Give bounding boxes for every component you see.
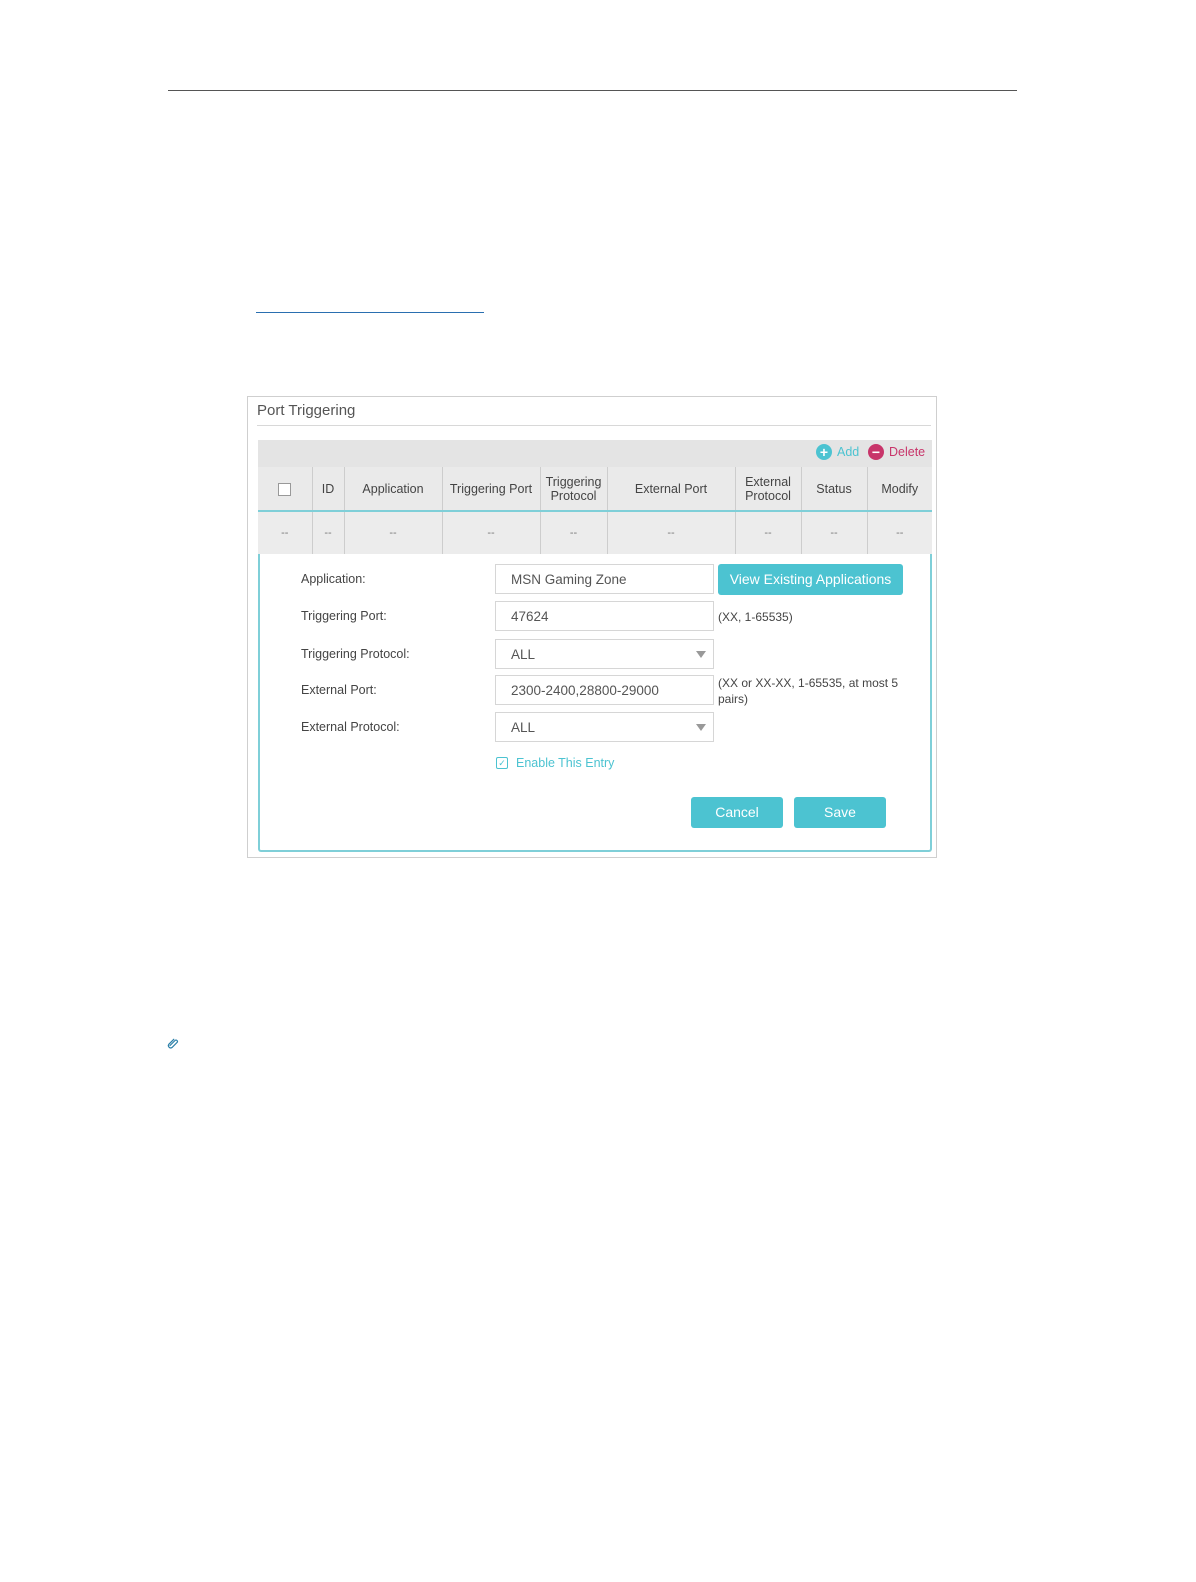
paperclip-icon [167, 1038, 178, 1049]
external-port-hint: (XX or XX-XX, 1-65535, at most 5 pairs) [718, 676, 899, 706]
delete-label: Delete [889, 445, 926, 459]
table-cell: -- [540, 510, 608, 554]
column-header: Modify [881, 481, 919, 496]
table-cell: -- [442, 510, 541, 554]
table-cell: -- [258, 510, 313, 554]
triggering-protocol-label: Triggering Protocol: [301, 647, 410, 661]
enable-entry-checkbox[interactable]: ✓ Enable This Entry [496, 756, 614, 770]
external-protocol-select[interactable]: ALL [495, 712, 714, 742]
select-all-column [258, 467, 313, 511]
panel-title-divider [257, 425, 931, 426]
delete-button[interactable]: − Delete [868, 444, 925, 460]
add-button[interactable]: + Add [816, 444, 859, 460]
plus-circle-icon: + [816, 444, 832, 460]
view-existing-applications-button[interactable]: View Existing Applications [718, 564, 903, 595]
application-label: Application: [301, 572, 366, 586]
triggering-protocol-value: ALL [511, 647, 536, 662]
table-cell: -- [867, 510, 932, 554]
panel-title: Port Triggering [257, 402, 356, 419]
column-header: External Port [607, 467, 736, 511]
application-input[interactable]: MSN Gaming Zone [495, 564, 714, 594]
enable-entry-label: Enable This Entry [516, 756, 615, 770]
external-port-label: External Port: [301, 683, 377, 697]
column-header: Triggering Protocol [540, 467, 608, 511]
external-port-input[interactable]: 2300-2400,28800-29000 [495, 675, 714, 705]
triggering-port-input[interactable]: 47624 [495, 601, 714, 631]
port-triggering-panel: Port Triggering + Add − Delete ID Applic… [247, 396, 937, 858]
edit-entry-form: Application: MSN Gaming Zone View Existi… [258, 554, 932, 852]
page-header-rule [168, 90, 1017, 91]
dropdown-arrow-icon [696, 651, 706, 658]
column-header: Application [344, 467, 443, 511]
table-cell: -- [735, 510, 802, 554]
table-row: -- -- -- -- -- -- -- -- -- [258, 510, 932, 554]
link-underline [256, 312, 484, 313]
triggering-port-label: Triggering Port: [301, 609, 387, 623]
save-button[interactable]: Save [794, 797, 886, 828]
triggering-port-hint: (XX, 1-65535) [718, 610, 793, 624]
add-label: Add [837, 445, 860, 459]
column-header: ID [312, 467, 345, 511]
table-cell: -- [344, 510, 443, 554]
table-toolbar: + Add − Delete [258, 440, 932, 467]
minus-circle-icon: − [868, 444, 884, 460]
dropdown-arrow-icon [696, 724, 706, 731]
external-protocol-label: External Protocol: [301, 720, 400, 734]
table-cell: -- [312, 510, 345, 554]
table-cell: -- [607, 510, 736, 554]
triggering-protocol-select[interactable]: ALL [495, 639, 714, 669]
checkmark-icon: ✓ [496, 757, 508, 769]
column-header: External Protocol [735, 467, 802, 511]
column-header: Status [801, 467, 868, 511]
column-header: Triggering Port [442, 467, 541, 511]
port-triggering-table: ID Application Triggering Port Triggerin… [258, 467, 932, 554]
table-header-row: ID Application Triggering Port Triggerin… [258, 467, 932, 511]
cancel-button[interactable]: Cancel [691, 797, 783, 828]
external-protocol-value: ALL [511, 720, 536, 735]
table-cell: -- [801, 510, 868, 554]
select-all-checkbox[interactable] [278, 482, 292, 496]
